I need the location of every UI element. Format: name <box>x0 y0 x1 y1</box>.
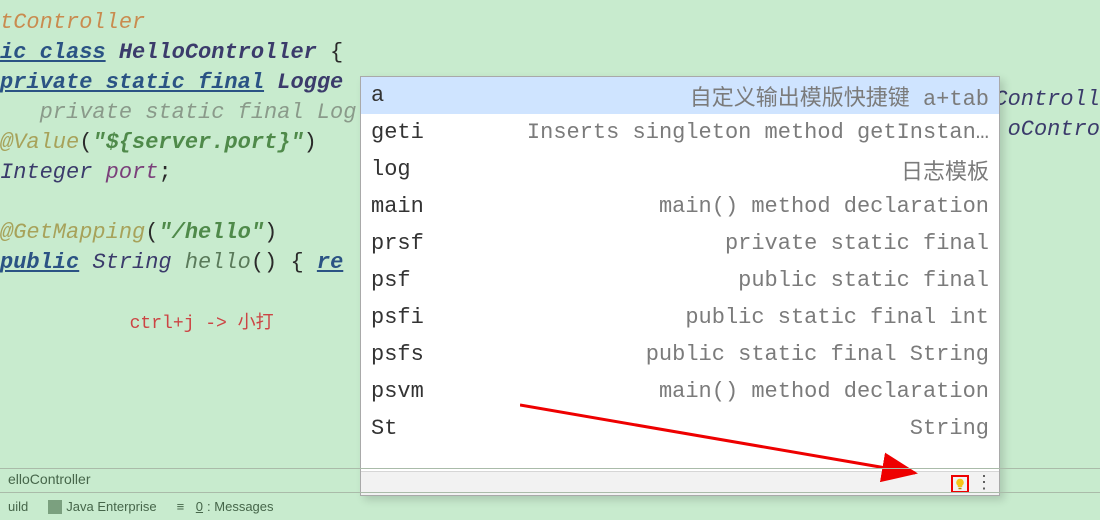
template-abbr: psf <box>371 268 411 293</box>
popup-row[interactable]: main main() method declaration <box>361 188 999 225</box>
popup-row[interactable]: psvm main() method declaration <box>361 373 999 410</box>
popup-row-selected[interactable]: a 自定义输出模版快捷键 a+tab <box>361 77 999 114</box>
partial-word: oContro <box>994 115 1100 145</box>
template-desc: 自定义输出模版快捷键 a+tab <box>400 80 989 112</box>
template-abbr: psfs <box>371 342 424 367</box>
template-abbr: St <box>371 416 397 441</box>
template-abbr: log <box>371 157 411 182</box>
template-abbr: geti <box>371 120 424 145</box>
template-desc: String <box>413 416 989 441</box>
popup-row[interactable]: psfi public static final int <box>361 299 999 336</box>
template-desc: main() method declaration <box>440 379 989 404</box>
popup-row[interactable]: prsf private static final <box>361 225 999 262</box>
template-desc: public static final String <box>440 342 989 367</box>
code-line: ic class HelloController { <box>0 38 1100 68</box>
template-abbr: psvm <box>371 379 424 404</box>
popup-row[interactable]: psf public static final <box>361 262 999 299</box>
code-line: tController <box>0 8 1100 38</box>
right-partial-text: Controll oContro <box>994 85 1100 145</box>
template-desc: main() method declaration <box>440 194 989 219</box>
template-abbr: prsf <box>371 231 424 256</box>
template-desc: public static final int <box>440 305 989 330</box>
template-desc: public static final <box>427 268 989 293</box>
java-ee-icon <box>48 500 62 514</box>
template-desc: 日志模板 <box>427 154 989 186</box>
template-abbr: a <box>371 83 384 108</box>
breadcrumb[interactable]: elloController <box>0 469 1100 493</box>
popup-row[interactable]: psfs public static final String <box>361 336 999 373</box>
template-desc: Inserts singleton method getInstan… <box>440 120 989 145</box>
partial-word: Controll <box>994 85 1100 115</box>
tool-build[interactable]: uild <box>8 499 28 514</box>
template-abbr: psfi <box>371 305 424 330</box>
popup-row[interactable]: geti Inserts singleton method getInstan… <box>361 114 999 151</box>
annotation: tController <box>0 10 145 35</box>
tool-java-enterprise[interactable]: Java Enterprise <box>48 499 156 514</box>
template-abbr: main <box>371 194 424 219</box>
template-desc: private static final <box>440 231 989 256</box>
messages-icon: ≡ <box>177 499 185 514</box>
live-template-popup[interactable]: a 自定义输出模版快捷键 a+tab geti Inserts singleto… <box>360 76 1000 496</box>
popup-row[interactable]: log 日志模板 <box>361 151 999 188</box>
tool-messages[interactable]: ≡ 0: Messages <box>177 499 274 514</box>
toolwindow-bar: uild Java Enterprise ≡ 0: Messages <box>0 493 1100 520</box>
popup-row[interactable]: St String <box>361 410 999 447</box>
status-bar: elloController uild Java Enterprise ≡ 0:… <box>0 468 1100 520</box>
